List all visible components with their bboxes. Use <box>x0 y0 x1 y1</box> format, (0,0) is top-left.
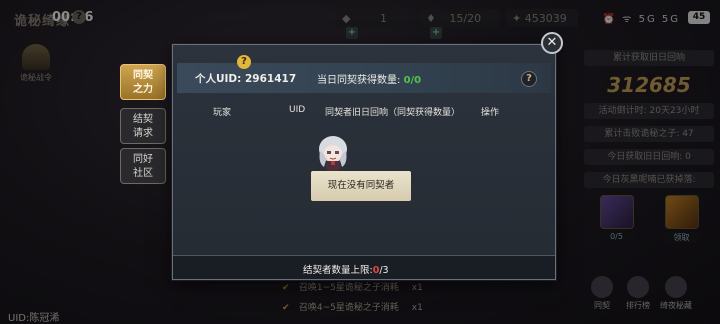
contract-modal: 个人UID: 2961417 当日同契获得数量: 0/0 ? ? 玩家 UID … <box>172 44 556 280</box>
nav-ranking-label: 排行榜 <box>626 301 650 310</box>
reward-icon <box>664 195 699 229</box>
trophy-icon <box>627 276 649 298</box>
column-header-player: 玩家 <box>213 108 232 118</box>
claim-label: 领取 <box>662 232 701 243</box>
contract-limit-label: 结契者数量上限: <box>303 265 373 276</box>
summon-qty: x1 <box>411 283 423 293</box>
top-status-bar: 诡秘绮缘 00:16 ? ◆ 1 + ♦ 15/20 + ✦ 453039 ⏰ … <box>0 0 720 39</box>
battery-icon: 45 <box>688 11 710 24</box>
close-icon[interactable]: ✕ <box>541 32 563 54</box>
gray-drop-text: 今日灰黑呢喃已获掉落: <box>584 172 714 188</box>
modal-header: 个人UID: 2961417 当日同契获得数量: 0/0 ? <box>177 63 551 93</box>
tab-contract-power[interactable]: 同契 之力 <box>120 64 166 100</box>
player-uid: UID:陈冠浠 <box>8 313 60 324</box>
defeat-count-text: 累计击败诡秘之子: 47 <box>584 126 714 142</box>
potion-icon <box>599 195 634 229</box>
stamina-counter: ♦ 15/20 + <box>420 9 500 39</box>
question-icon[interactable]: ? <box>72 10 86 24</box>
gem-counter: ◆ 1 + <box>336 9 408 39</box>
question-icon[interactable]: ? <box>237 55 251 69</box>
event-pass-label: 诡秘战令 <box>20 73 52 82</box>
personal-uid: 个人UID: 2961417 <box>195 73 297 85</box>
add-gem-button[interactable]: + <box>346 27 358 39</box>
contract-icon <box>591 276 613 298</box>
column-header-action: 操作 <box>481 108 500 118</box>
summon-text: 召唤1~5星诡秘之子消耗 <box>298 283 399 293</box>
nav-contract-label: 同契 <box>594 301 610 310</box>
summon-qty: x1 <box>411 303 423 313</box>
tab-label-top: 同契 <box>133 70 153 81</box>
summon-option[interactable]: ✔ 召唤4~5星诡秘之子消耗 x1 <box>282 300 423 314</box>
question-icon[interactable]: ? <box>521 71 537 87</box>
countdown-text: 活动倒计时: 20天23小时 <box>584 103 714 119</box>
coin-icon: ✦ <box>512 12 522 25</box>
tab-label-bottom: 之力 <box>133 84 153 95</box>
add-stamina-button[interactable]: + <box>430 27 442 39</box>
tab-contract-requests[interactable]: 结契 请求 <box>120 108 166 144</box>
column-header-echo: 同契者旧日回响（同契获得数量） <box>325 108 461 118</box>
nav-ranking[interactable]: 排行榜 <box>620 276 656 311</box>
tab-label-top: 结契 <box>133 114 153 125</box>
potion-item[interactable]: 0/5 <box>597 195 636 243</box>
event-pass-icon <box>22 44 50 70</box>
modal-footer: 结契者数量上限:0/3 <box>173 255 555 279</box>
coin-counter: ✦ 453039 <box>506 9 578 27</box>
column-header-uid: UID <box>289 105 306 115</box>
total-echo-value: 312685 <box>607 73 691 97</box>
event-pass-button[interactable]: 诡秘战令 <box>16 44 56 83</box>
summon-option[interactable]: ✔ 召唤1~5星诡秘之子消耗 x1 <box>282 280 423 294</box>
nav-treasure[interactable]: 绮夜秘藏 <box>658 276 694 311</box>
contract-limit-max: /3 <box>379 265 389 276</box>
stamina-value: 15/20 <box>449 12 482 25</box>
check-icon: ✔ <box>282 303 290 313</box>
today-count-value: 0/0 <box>403 75 422 86</box>
system-icons: ⏰ ᯤ 5G 5G <box>602 14 680 25</box>
event-info-panel: 累计获取旧日回响 312685 活动倒计时: 20天23小时 累计击败诡秘之子:… <box>584 50 714 243</box>
check-icon: ✔ <box>282 283 290 293</box>
contract-limit: 结契者数量上限:0/3 <box>303 262 389 276</box>
empty-state-message: 现在没有同契者 <box>311 171 411 201</box>
nav-treasure-label: 绮夜秘藏 <box>660 301 692 310</box>
stamina-icon: ♦ <box>426 12 436 25</box>
tab-label-bottom: 社区 <box>133 168 153 179</box>
gem-icon: ◆ <box>342 12 351 25</box>
tab-label-top: 同好 <box>133 154 153 165</box>
today-count-label: 当日同契获得数量: <box>317 75 401 86</box>
total-echo-label: 累计获取旧日回响 <box>584 50 714 66</box>
drop-items: 0/5 领取 <box>584 195 714 243</box>
chibi-character-icon <box>319 136 347 171</box>
coin-value: 453039 <box>524 12 567 25</box>
tab-label-bottom: 请求 <box>133 128 153 139</box>
today-contract-count: 当日同契获得数量: 0/0 <box>317 71 421 86</box>
nav-contract[interactable]: 同契 <box>584 276 620 311</box>
reward-item[interactable]: 领取 <box>662 195 701 243</box>
treasure-icon <box>665 276 687 298</box>
tab-community[interactable]: 同好 社区 <box>120 148 166 184</box>
today-echo-text: 今日获取旧日回响: 0 <box>584 149 714 165</box>
summon-text: 召唤4~5星诡秘之子消耗 <box>298 303 399 313</box>
potion-count: 0/5 <box>597 232 636 241</box>
gem-count: 1 <box>379 12 387 25</box>
